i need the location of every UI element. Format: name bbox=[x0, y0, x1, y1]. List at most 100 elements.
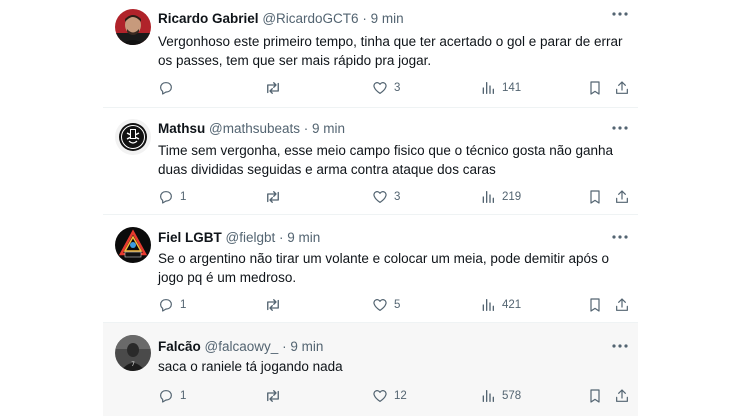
tweet-feed: Ricardo Gabriel @RicardoGCT6 · 9 min Ver… bbox=[103, 0, 638, 416]
more-options-icon[interactable] bbox=[610, 120, 630, 136]
action-bar: 1 3 219 bbox=[158, 187, 630, 207]
share-icon bbox=[616, 190, 628, 203]
heart-icon bbox=[373, 191, 387, 203]
tweet-header: Mathsu @mathsubeats · 9 min bbox=[158, 120, 628, 138]
like-button[interactable]: 5 bbox=[372, 295, 400, 315]
display-name[interactable]: Mathsu bbox=[158, 121, 205, 136]
tweet-header: Fiel LGBT @fielgbt · 9 min bbox=[158, 229, 628, 247]
views-button[interactable]: 578 bbox=[480, 386, 521, 406]
bookmark-icon bbox=[590, 389, 600, 403]
tweet-text: saca o raniele tá jogando nada bbox=[158, 359, 343, 374]
views-chart-icon bbox=[482, 191, 494, 203]
user-avatar[interactable]: 7 bbox=[115, 335, 151, 371]
bookmark-icon bbox=[590, 190, 600, 204]
tweet[interactable]: 7 Falcão @falcaowy_ · 9 min saca o ranie… bbox=[103, 323, 638, 416]
timestamp[interactable]: 9 min bbox=[312, 121, 345, 136]
separator-dot: · bbox=[279, 230, 284, 245]
tweet-header: Ricardo Gabriel @RicardoGCT6 · 9 min bbox=[158, 10, 628, 28]
tweet[interactable]: Mathsu @mathsubeats · 9 min Time sem ver… bbox=[103, 108, 638, 215]
user-avatar[interactable] bbox=[115, 227, 151, 263]
tweet-text: Se o argentino não tirar um volante e co… bbox=[158, 251, 609, 285]
retweet-icon bbox=[267, 82, 279, 94]
user-handle[interactable]: @fielgbt bbox=[226, 230, 276, 245]
views-chart-icon bbox=[482, 299, 494, 311]
action-bar: 3 141 bbox=[158, 78, 630, 98]
user-handle[interactable]: @falcaowy_ bbox=[205, 339, 279, 354]
separator-dot: · bbox=[282, 339, 287, 354]
bookmark-icon bbox=[590, 298, 600, 312]
share-icon bbox=[616, 81, 628, 94]
more-options-icon[interactable] bbox=[610, 229, 630, 245]
tweet[interactable]: Ricardo Gabriel @RicardoGCT6 · 9 min Ver… bbox=[103, 0, 638, 108]
reply-button[interactable]: 1 bbox=[158, 187, 186, 207]
tweet[interactable]: Fiel LGBT @fielgbt · 9 min Se o argentin… bbox=[103, 215, 638, 323]
views-button[interactable]: 219 bbox=[480, 187, 521, 207]
separator-dot: · bbox=[362, 11, 367, 26]
views-chart-icon bbox=[482, 390, 494, 402]
bookmark-button[interactable] bbox=[588, 78, 602, 98]
timestamp[interactable]: 9 min bbox=[287, 230, 320, 245]
share-button[interactable] bbox=[614, 295, 630, 315]
display-name[interactable]: Ricardo Gabriel bbox=[158, 11, 259, 26]
bookmark-icon bbox=[590, 81, 600, 95]
reply-icon bbox=[160, 191, 172, 204]
reply-button[interactable] bbox=[158, 78, 180, 98]
bookmark-button[interactable] bbox=[588, 187, 602, 207]
like-button[interactable]: 3 bbox=[372, 78, 400, 98]
reply-button[interactable]: 1 bbox=[158, 386, 186, 406]
action-bar: 1 12 578 bbox=[158, 386, 630, 406]
reply-icon bbox=[160, 390, 172, 403]
reply-count: 1 bbox=[180, 191, 187, 203]
retweet-icon bbox=[267, 299, 279, 311]
user-avatar[interactable] bbox=[115, 119, 151, 155]
retweet-button[interactable] bbox=[264, 295, 288, 315]
reply-count: 1 bbox=[180, 390, 187, 402]
tweet-text: Time sem vergonha, esse meio campo fisic… bbox=[158, 143, 614, 177]
view-count: 219 bbox=[502, 191, 522, 203]
like-button[interactable]: 12 bbox=[372, 386, 407, 406]
user-handle[interactable]: @RicardoGCT6 bbox=[262, 11, 358, 26]
retweet-button[interactable] bbox=[264, 386, 288, 406]
share-icon bbox=[616, 298, 628, 311]
heart-icon bbox=[373, 82, 387, 94]
views-button[interactable]: 421 bbox=[480, 295, 521, 315]
tweet-text: Vergonhoso este primeiro tempo, tinha qu… bbox=[158, 34, 623, 68]
view-count: 141 bbox=[502, 82, 522, 94]
share-icon bbox=[616, 389, 628, 402]
user-avatar[interactable] bbox=[115, 9, 151, 45]
more-options-icon[interactable] bbox=[610, 6, 630, 22]
retweet-button[interactable] bbox=[264, 187, 288, 207]
heart-icon bbox=[373, 390, 387, 402]
like-count: 5 bbox=[394, 299, 401, 311]
view-count: 421 bbox=[502, 299, 522, 311]
reply-icon bbox=[160, 299, 172, 312]
reply-count: 1 bbox=[180, 299, 187, 311]
timestamp[interactable]: 9 min bbox=[371, 11, 404, 26]
svg-text:7: 7 bbox=[131, 361, 135, 368]
share-button[interactable] bbox=[614, 78, 630, 98]
bookmark-button[interactable] bbox=[588, 295, 602, 315]
action-bar: 1 5 421 bbox=[158, 295, 630, 315]
share-button[interactable] bbox=[614, 386, 630, 406]
retweet-button[interactable] bbox=[264, 78, 288, 98]
like-count: 3 bbox=[394, 82, 401, 94]
bookmark-button[interactable] bbox=[588, 386, 602, 406]
like-count: 12 bbox=[394, 390, 407, 402]
reply-icon bbox=[160, 82, 172, 95]
views-chart-icon bbox=[482, 82, 494, 94]
heart-icon bbox=[373, 299, 387, 311]
timestamp[interactable]: 9 min bbox=[290, 339, 323, 354]
tweet-header: Falcão @falcaowy_ · 9 min bbox=[158, 338, 628, 356]
views-button[interactable]: 141 bbox=[480, 78, 521, 98]
reply-button[interactable]: 1 bbox=[158, 295, 186, 315]
more-options-icon[interactable] bbox=[610, 338, 630, 354]
retweet-icon bbox=[267, 390, 279, 402]
like-button[interactable]: 3 bbox=[372, 187, 400, 207]
user-handle[interactable]: @mathsubeats bbox=[209, 121, 300, 136]
display-name[interactable]: Fiel LGBT bbox=[158, 230, 222, 245]
display-name[interactable]: Falcão bbox=[158, 339, 201, 354]
share-button[interactable] bbox=[614, 187, 630, 207]
view-count: 578 bbox=[502, 390, 522, 402]
separator-dot: · bbox=[303, 121, 309, 136]
like-count: 3 bbox=[394, 191, 401, 203]
